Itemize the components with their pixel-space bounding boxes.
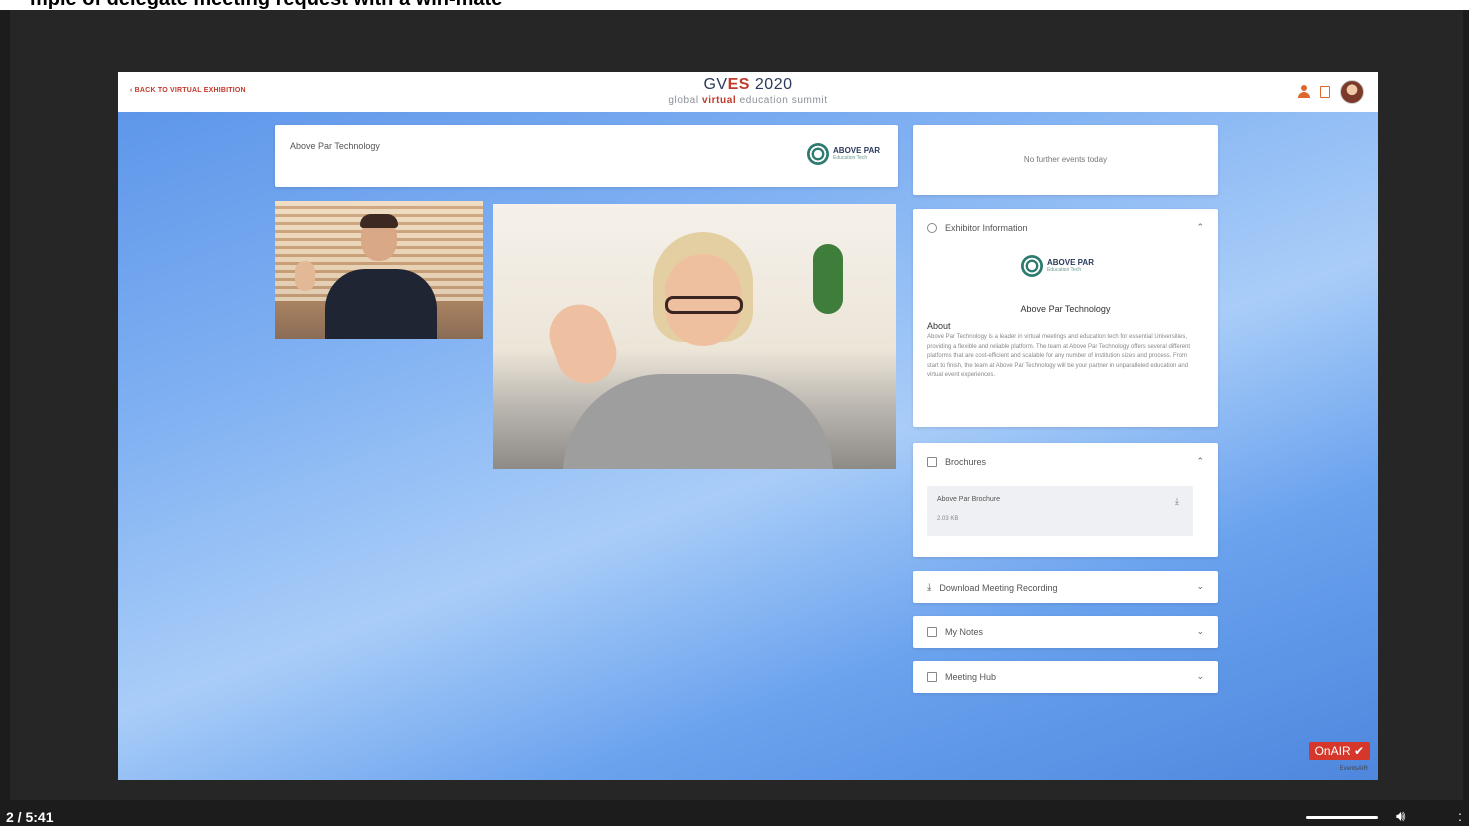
document-icon: [927, 457, 937, 467]
about-text: Above Par Technology is a leader in virt…: [927, 334, 1191, 378]
download-icon: ⤓: [927, 582, 932, 593]
brand-logo: GVES 2020 global virtual education summi…: [118, 76, 1378, 106]
brand-title: GVES 2020: [118, 76, 1378, 94]
info-logo-sub: Education Tech: [1047, 267, 1082, 273]
info-icon: [927, 223, 937, 233]
edge-glyph: :: [1458, 808, 1462, 824]
events-text: No further events today: [1023, 155, 1108, 164]
player-controls: 2 / 5:41 🔊︎ :: [0, 800, 1469, 826]
bag-icon[interactable]: [1320, 86, 1330, 98]
chevron-down-icon[interactable]: ⌄: [1196, 581, 1204, 592]
volume-icon[interactable]: 🔊︎: [1396, 808, 1405, 825]
participant-hand: [295, 261, 315, 291]
brochure-name: Above Par Brochure: [937, 496, 1001, 503]
exhibitor-logo: ABOVE PAR Education Tech: [807, 143, 880, 165]
chevron-down-icon[interactable]: ⌄: [1196, 671, 1204, 682]
download-recording-row[interactable]: ⤓ Download Meeting Recording ⌄: [913, 571, 1218, 603]
brochure-item[interactable]: Above Par Brochure 2.03 KB ⤓: [927, 486, 1193, 536]
meeting-hub-row[interactable]: Meeting Hub ⌄: [913, 661, 1218, 693]
chevron-down-icon[interactable]: ⌄: [1196, 626, 1204, 637]
exhibitor-name: Above Par Technology: [290, 141, 380, 151]
info-company-name: Above Par Technology: [1020, 304, 1111, 314]
onair-label: OnAIR: [1314, 744, 1351, 758]
my-notes-row[interactable]: My Notes ⌄: [913, 616, 1218, 648]
brand-subtitle: global virtual education summit: [118, 95, 1378, 106]
onair-badge[interactable]: OnAIR ✔: [1308, 742, 1370, 760]
brochures-header[interactable]: Brochures ⌃: [927, 456, 1204, 467]
logo-text: ABOVE PAR: [833, 146, 880, 155]
top-bar: ‹ BACK TO VIRTUAL EXHIBITION GVES 2020 g…: [118, 72, 1378, 112]
brand-sub-2: education summit: [736, 95, 828, 106]
brochures-title: Brochures: [945, 457, 987, 467]
exhibitor-header-card: Above Par Technology ABOVE PAR Education…: [275, 125, 898, 187]
main-participant-glasses: [665, 296, 743, 314]
main-participant-hand: [541, 296, 625, 392]
video-frame: ‹ BACK TO VIRTUAL EXHIBITION GVES 2020 g…: [10, 10, 1463, 800]
info-logo: ABOVE PAR Education Tech: [1021, 255, 1094, 277]
brand-title-prefix: GV: [703, 76, 728, 93]
brochure-size: 2.03 KB: [937, 516, 959, 522]
exhibitor-info-header[interactable]: Exhibitor Information ⌃: [927, 222, 1204, 233]
brochures-card: Brochures ⌃ Above Par Brochure 2.03 KB ⤓: [913, 443, 1218, 557]
user-icon[interactable]: [1298, 85, 1310, 99]
meeting-hub-label: Meeting Hub: [945, 672, 997, 682]
meeting-hub-header[interactable]: Meeting Hub ⌄: [927, 671, 1204, 682]
participant-video-main[interactable]: [493, 204, 896, 469]
my-notes-label: My Notes: [945, 627, 984, 637]
note-icon: [927, 627, 937, 637]
app-screen: ‹ BACK TO VIRTUAL EXHIBITION GVES 2020 g…: [118, 72, 1378, 780]
brand-title-accent: ES: [727, 76, 750, 93]
exhibitor-info-title: Exhibitor Information: [945, 223, 1028, 233]
time-display: 2 / 5:41: [6, 809, 54, 825]
events-card: No further events today: [913, 125, 1218, 195]
avatar[interactable]: [1340, 80, 1364, 104]
download-recording-label: Download Meeting Recording: [939, 582, 1058, 593]
info-logo-mark-icon: [1021, 255, 1043, 277]
participant-body: [325, 269, 437, 339]
chevron-up-icon[interactable]: ⌃: [1196, 456, 1204, 467]
logo-mark-icon: [807, 143, 830, 165]
participant-video-small[interactable]: [275, 201, 483, 339]
video-caption: mple of delegate meeting request with a …: [0, 0, 1469, 10]
download-recording-header[interactable]: ⤓ Download Meeting Recording ⌄: [927, 581, 1204, 593]
download-icon[interactable]: ⤓: [1175, 496, 1179, 507]
exhibitor-info-card: Exhibitor Information ⌃ ABOVE PAR Educat…: [913, 209, 1218, 427]
plant: [813, 244, 843, 314]
chart-icon: [927, 672, 937, 682]
main-participant-body: [563, 374, 833, 469]
volume-slider[interactable]: [1306, 816, 1378, 819]
brand-sub-1: global: [668, 95, 703, 106]
about-label: About: [927, 321, 951, 331]
onair-sub: EventsAIR: [1339, 766, 1368, 772]
brand-sub-accent: virtual: [702, 95, 737, 106]
my-notes-header[interactable]: My Notes ⌄: [927, 626, 1204, 637]
chevron-up-icon[interactable]: ⌃: [1196, 222, 1204, 233]
participant-hair: [360, 214, 398, 228]
logo-sub: Education Tech: [833, 155, 868, 161]
info-logo-text: ABOVE PAR: [1047, 258, 1094, 267]
brand-title-year: 2020: [749, 76, 793, 93]
top-icons: [1298, 80, 1364, 104]
